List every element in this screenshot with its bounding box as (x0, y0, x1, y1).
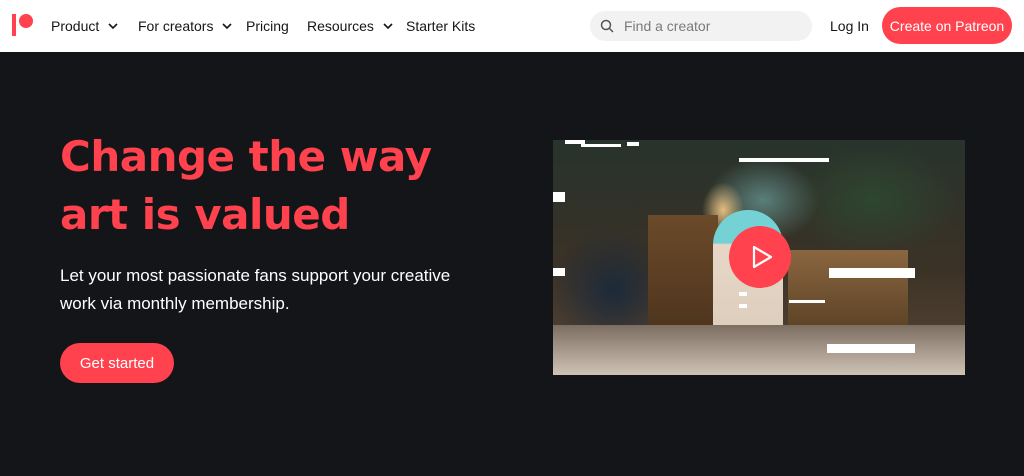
glitch-bar (581, 144, 621, 147)
glitch-bar (827, 344, 915, 353)
search-icon (600, 19, 614, 33)
get-started-button[interactable]: Get started (60, 343, 174, 383)
creator-search[interactable] (590, 11, 812, 41)
patreon-logo[interactable] (12, 14, 34, 36)
hero-video[interactable] (553, 140, 965, 375)
create-on-patreon-button[interactable]: Create on Patreon (882, 7, 1012, 44)
play-icon (752, 245, 773, 269)
glitch-bar (739, 304, 747, 308)
nav-item-pricing[interactable]: Pricing (246, 0, 289, 52)
glitch-bar (553, 192, 565, 202)
glitch-bar (627, 142, 639, 146)
hero-headline: Change the way art is valued (60, 128, 490, 244)
nav-item-starter-kits[interactable]: Starter Kits (406, 0, 475, 52)
nav-item-resources[interactable]: Resources (307, 0, 394, 52)
chevron-down-icon (222, 23, 233, 30)
hero-subtext: Let your most passionate fans support yo… (60, 262, 480, 318)
glitch-bar (789, 300, 825, 303)
video-scene (788, 250, 908, 330)
play-button[interactable] (729, 226, 791, 288)
headline-line: art is valued (60, 190, 350, 239)
nav-item-for-creators[interactable]: For creators (138, 0, 233, 52)
glitch-bar (739, 292, 747, 296)
chevron-down-icon (108, 23, 118, 30)
subtext-line: Let your most passionate fans support yo… (60, 266, 451, 285)
glitch-bar (829, 268, 915, 278)
chevron-down-icon (383, 23, 393, 30)
search-input[interactable] (624, 18, 794, 34)
top-nav: Product For creators Pricing Resources S… (0, 0, 1024, 52)
glitch-bar (553, 268, 565, 276)
headline-line: Change the way (60, 132, 432, 181)
subtext-line: work via monthly membership. (60, 294, 290, 313)
login-link[interactable]: Log In (830, 0, 869, 52)
glitch-bar (739, 158, 829, 162)
nav-item-product[interactable]: Product (51, 0, 119, 52)
